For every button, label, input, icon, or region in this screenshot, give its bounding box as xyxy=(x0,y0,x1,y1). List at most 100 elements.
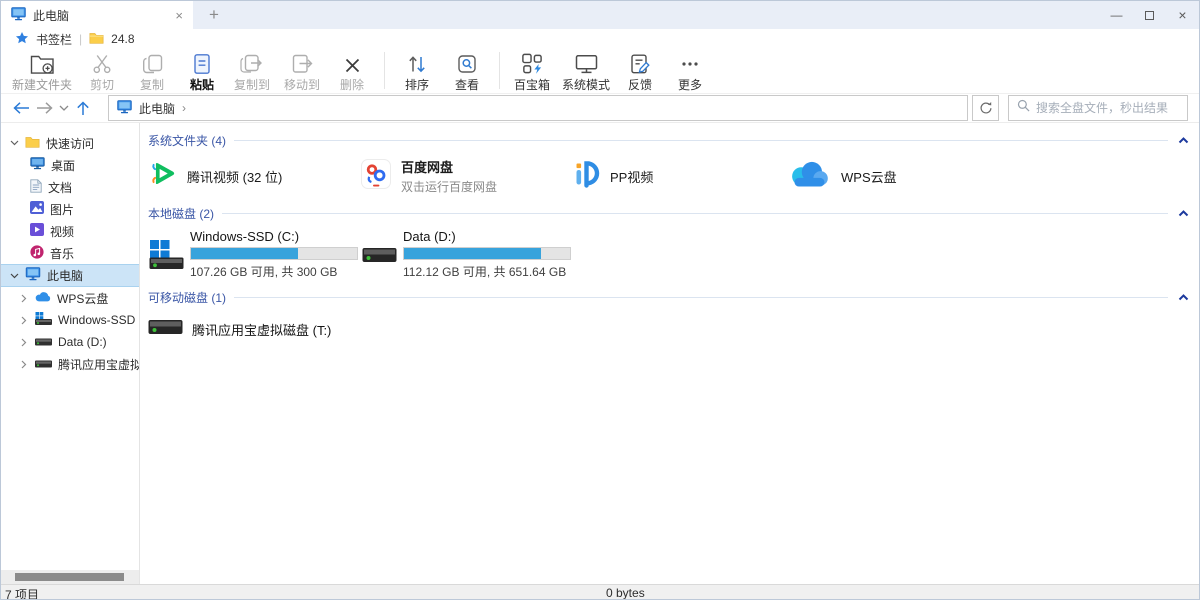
close-button[interactable]: × xyxy=(1166,1,1199,29)
folder-icon[interactable] xyxy=(89,32,104,47)
sidebar-item-documents[interactable]: 文档 xyxy=(1,176,139,198)
app-tile-pp-video[interactable]: PP视频 xyxy=(574,157,787,195)
sidebar: 快速访问 桌面 文档 图片 视频 音乐 xyxy=(1,123,140,584)
toolbar-label: 系统模式 xyxy=(562,76,610,93)
sidebar-item-this-pc[interactable]: 此电脑 xyxy=(1,264,139,287)
app-name: 百度网盘 xyxy=(401,157,497,176)
pp-video-icon xyxy=(574,159,600,193)
sidebar-item-drive-d[interactable]: Data (D:) xyxy=(1,331,139,353)
sidebar-item-label: 腾讯应用宝虚拟磁盘 (T:) xyxy=(58,356,140,373)
sidebar-item-drive-t[interactable]: 腾讯应用宝虚拟磁盘 (T:) xyxy=(1,353,139,375)
toolbar-label: 查看 xyxy=(455,76,479,93)
collapse-caret-icon[interactable] xyxy=(1178,294,1189,301)
minimize-button[interactable]: — xyxy=(1100,1,1133,29)
app-tile-tencent-video[interactable]: 腾讯视频 (32 位) xyxy=(148,157,361,195)
group-divider xyxy=(234,297,1168,298)
toolbar-label: 复制 xyxy=(140,76,164,93)
more-icon xyxy=(679,51,701,75)
group-header-system-folders: 系统文件夹 (4) xyxy=(148,130,1189,151)
system-mode-button[interactable]: 系统模式 xyxy=(557,50,615,93)
disk-name: Windows-SSD (C:) xyxy=(190,229,358,244)
forward-button[interactable] xyxy=(33,96,56,120)
address-location[interactable]: 此电脑 xyxy=(139,100,175,117)
folder-icon xyxy=(25,136,40,151)
toolbar-label: 剪切 xyxy=(90,76,114,93)
chevron-right-icon[interactable] xyxy=(19,294,29,303)
sidebar-item-desktop[interactable]: 桌面 xyxy=(1,154,139,176)
delete-button[interactable]: 删除 xyxy=(327,50,377,93)
feedback-icon xyxy=(629,51,651,75)
paste-icon xyxy=(192,51,212,75)
chevron-down-icon[interactable] xyxy=(9,140,19,146)
sidebar-item-music[interactable]: 音乐 xyxy=(1,242,139,264)
documents-icon xyxy=(30,179,42,196)
music-icon xyxy=(30,245,44,262)
new-tab-button[interactable]: + xyxy=(193,1,235,29)
group-divider xyxy=(222,213,1168,214)
view-button[interactable]: 查看 xyxy=(442,50,492,93)
disk-usage-bar xyxy=(190,247,358,260)
sidebar-horizontal-scrollbar[interactable] xyxy=(1,570,140,584)
close-icon: × xyxy=(1178,7,1186,23)
scrollbar-thumb[interactable] xyxy=(15,573,124,581)
group-divider xyxy=(234,140,1168,141)
sidebar-item-wps-cloud[interactable]: WPS云盘 xyxy=(1,287,139,309)
tab-this-pc[interactable]: 此电脑 × xyxy=(1,1,193,29)
chevron-right-icon[interactable] xyxy=(19,316,29,325)
disk-tile-d[interactable]: Data (D:) 112.12 GB 可用, 共 651.64 GB xyxy=(361,229,574,280)
main-area: 快速访问 桌面 文档 图片 视频 音乐 xyxy=(1,123,1199,584)
disk-tile-c[interactable]: Windows-SSD (C:) 107.26 GB 可用, 共 300 GB xyxy=(148,229,361,280)
local-disks-row: Windows-SSD (C:) 107.26 GB 可用, 共 300 GB … xyxy=(148,224,1189,287)
sidebar-section-quick-access[interactable]: 快速访问 xyxy=(1,132,139,154)
up-button[interactable] xyxy=(71,96,94,120)
chevron-right-icon[interactable] xyxy=(19,360,29,369)
bookmark-star-icon[interactable] xyxy=(15,31,29,48)
toolbox-button[interactable]: 百宝箱 xyxy=(507,50,557,93)
group-title: 系统文件夹 (4) xyxy=(148,132,226,149)
disk-name: Data (D:) xyxy=(403,229,571,244)
sidebar-item-pictures[interactable]: 图片 xyxy=(1,198,139,220)
copy-to-button[interactable]: 复制到 xyxy=(227,50,277,93)
collapse-caret-icon[interactable] xyxy=(1178,137,1189,144)
disk-tile-t[interactable]: 腾讯应用宝虚拟磁盘 (T:) xyxy=(148,316,361,342)
back-button[interactable] xyxy=(10,96,33,120)
paste-button[interactable]: 粘贴 xyxy=(177,50,227,93)
maximize-button[interactable] xyxy=(1133,1,1166,29)
move-to-button[interactable]: 移动到 xyxy=(277,50,327,93)
copy-button[interactable]: 复制 xyxy=(127,50,177,93)
toolbox-icon xyxy=(520,51,544,75)
computer-icon xyxy=(25,267,41,284)
sidebar-item-drive-c[interactable]: Windows-SSD (C:) xyxy=(1,309,139,331)
disk-capacity-text: 107.26 GB 可用, 共 300 GB xyxy=(190,263,358,280)
tab-close-icon[interactable]: × xyxy=(175,9,183,22)
bookmark-folder-label[interactable]: 24.8 xyxy=(111,32,134,46)
sidebar-item-videos[interactable]: 视频 xyxy=(1,220,139,242)
forward-icon xyxy=(35,101,54,115)
address-bar[interactable]: 此电脑 › xyxy=(108,95,968,121)
refresh-button[interactable] xyxy=(972,95,999,121)
collapse-caret-icon[interactable] xyxy=(1178,210,1189,217)
refresh-icon xyxy=(979,101,993,115)
new-folder-button[interactable]: 新建文件夹 xyxy=(7,50,77,93)
new-folder-icon xyxy=(30,51,55,75)
move-to-icon xyxy=(290,51,315,75)
bookmark-bar-label[interactable]: 书签栏 xyxy=(36,31,72,48)
history-dropdown-button[interactable] xyxy=(56,96,71,120)
sort-button[interactable]: 排序 xyxy=(392,50,442,93)
app-tile-wps-cloud[interactable]: WPS云盘 xyxy=(787,157,1000,195)
drive-windows-icon xyxy=(148,229,185,280)
breadcrumb-chevron-icon[interactable]: › xyxy=(182,101,186,115)
search-input[interactable] xyxy=(1036,101,1179,115)
more-button[interactable]: 更多 xyxy=(665,50,715,93)
wps-cloud-icon xyxy=(787,160,831,192)
new-tab-icon: + xyxy=(209,5,219,25)
chevron-down-icon[interactable] xyxy=(9,273,19,279)
search-icon xyxy=(1017,99,1030,117)
feedback-button[interactable]: 反馈 xyxy=(615,50,665,93)
cut-button[interactable]: 剪切 xyxy=(77,50,127,93)
bookmark-bar: 书签栏 | 24.8 xyxy=(1,29,1199,49)
system-folders-row: 腾讯视频 (32 位) 百度网盘 双击运行百度网盘 PP视频 WPS云盘 xyxy=(148,151,1189,203)
app-tile-baidu-netdisk[interactable]: 百度网盘 双击运行百度网盘 xyxy=(361,157,574,195)
toolbar-label: 更多 xyxy=(678,76,702,93)
chevron-right-icon[interactable] xyxy=(19,338,29,347)
